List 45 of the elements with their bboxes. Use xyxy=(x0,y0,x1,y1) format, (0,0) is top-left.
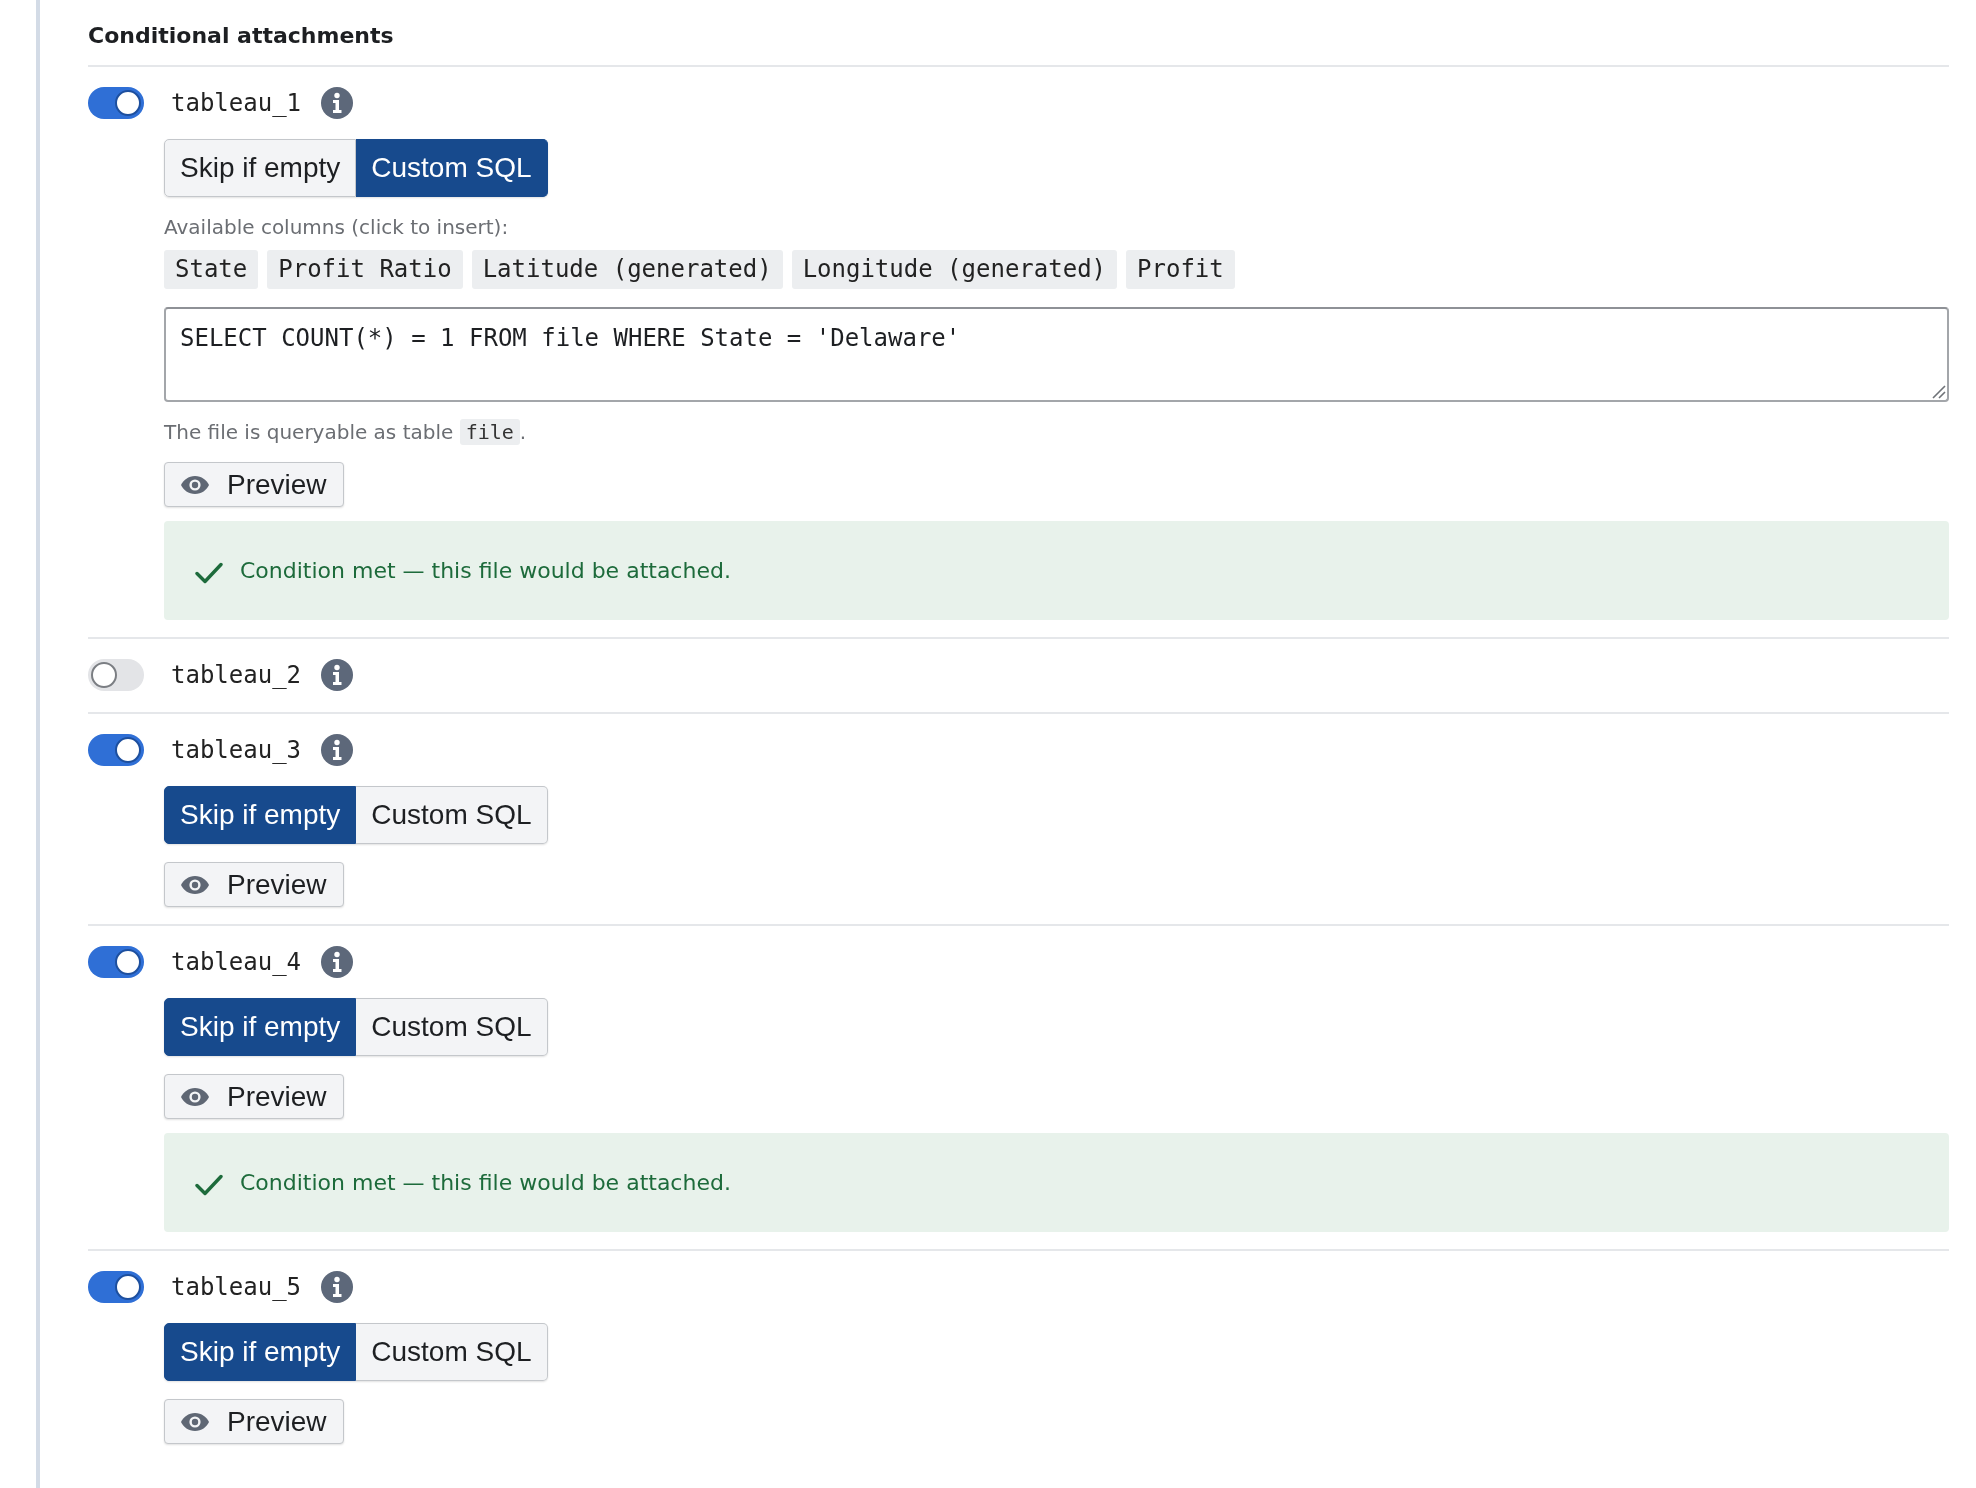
mode-option-button[interactable]: Custom SQL xyxy=(356,139,548,197)
column-chip[interactable]: State xyxy=(164,250,259,289)
attachment-name: tableau_3 xyxy=(171,735,302,765)
mode-option-button[interactable]: Skip if empty xyxy=(164,139,357,197)
mode-option-button[interactable]: Skip if empty xyxy=(164,998,357,1056)
column-chip[interactable]: Profit xyxy=(1126,250,1235,289)
eye-icon xyxy=(180,1086,210,1107)
info-icon[interactable] xyxy=(321,946,354,978)
attachment-name: tableau_2 xyxy=(171,660,302,690)
mode-option-button[interactable]: Custom SQL xyxy=(356,786,548,844)
column-chip[interactable]: Profit Ratio xyxy=(267,250,463,289)
alert-message: Condition met — this file would be attached. xyxy=(240,1168,731,1197)
toggle-switch[interactable] xyxy=(88,1271,144,1303)
toggle-switch[interactable] xyxy=(88,87,144,119)
mode-option-button[interactable]: Custom SQL xyxy=(356,1323,548,1381)
mode-option-button[interactable]: Skip if empty xyxy=(164,1323,357,1381)
section-title: Conditional attachments xyxy=(88,22,1949,67)
columns-hint: Available columns (click to insert): xyxy=(164,215,510,239)
column-chip[interactable]: Longitude (generated) xyxy=(791,250,1118,289)
info-icon[interactable] xyxy=(321,659,354,691)
mode-option-button[interactable]: Skip if empty xyxy=(164,786,357,844)
sql-input[interactable]: SELECT COUNT(*) = 1 FROM file WHERE State = 'Delaware' xyxy=(164,307,1949,402)
toggle-switch[interactable] xyxy=(88,659,144,691)
attachment-name: tableau_4 xyxy=(171,947,302,977)
preview-button[interactable]: Preview xyxy=(164,462,344,507)
toggle-switch[interactable] xyxy=(88,946,144,978)
alert-message: Condition met — this file would be attached. xyxy=(240,556,731,585)
check-icon xyxy=(195,1173,223,1196)
info-icon[interactable] xyxy=(321,87,354,119)
column-chip[interactable]: Latitude (generated) xyxy=(471,250,783,289)
check-icon xyxy=(195,561,223,584)
attachment-name: tableau_5 xyxy=(171,1272,302,1302)
toggle-switch[interactable] xyxy=(88,734,144,766)
preview-button[interactable]: Preview xyxy=(164,1074,344,1119)
info-icon[interactable] xyxy=(321,1271,354,1303)
info-icon[interactable] xyxy=(321,734,354,766)
eye-icon xyxy=(180,474,210,495)
attachment-name: tableau_1 xyxy=(171,88,302,118)
eye-icon xyxy=(180,874,210,895)
preview-button[interactable]: Preview xyxy=(164,1399,344,1444)
eye-icon xyxy=(180,1411,210,1432)
help-text: The file is queryable as table file . xyxy=(164,420,527,444)
mode-option-button[interactable]: Custom SQL xyxy=(356,998,548,1056)
resize-grip-icon[interactable] xyxy=(1932,385,1946,399)
preview-button[interactable]: Preview xyxy=(164,862,344,907)
